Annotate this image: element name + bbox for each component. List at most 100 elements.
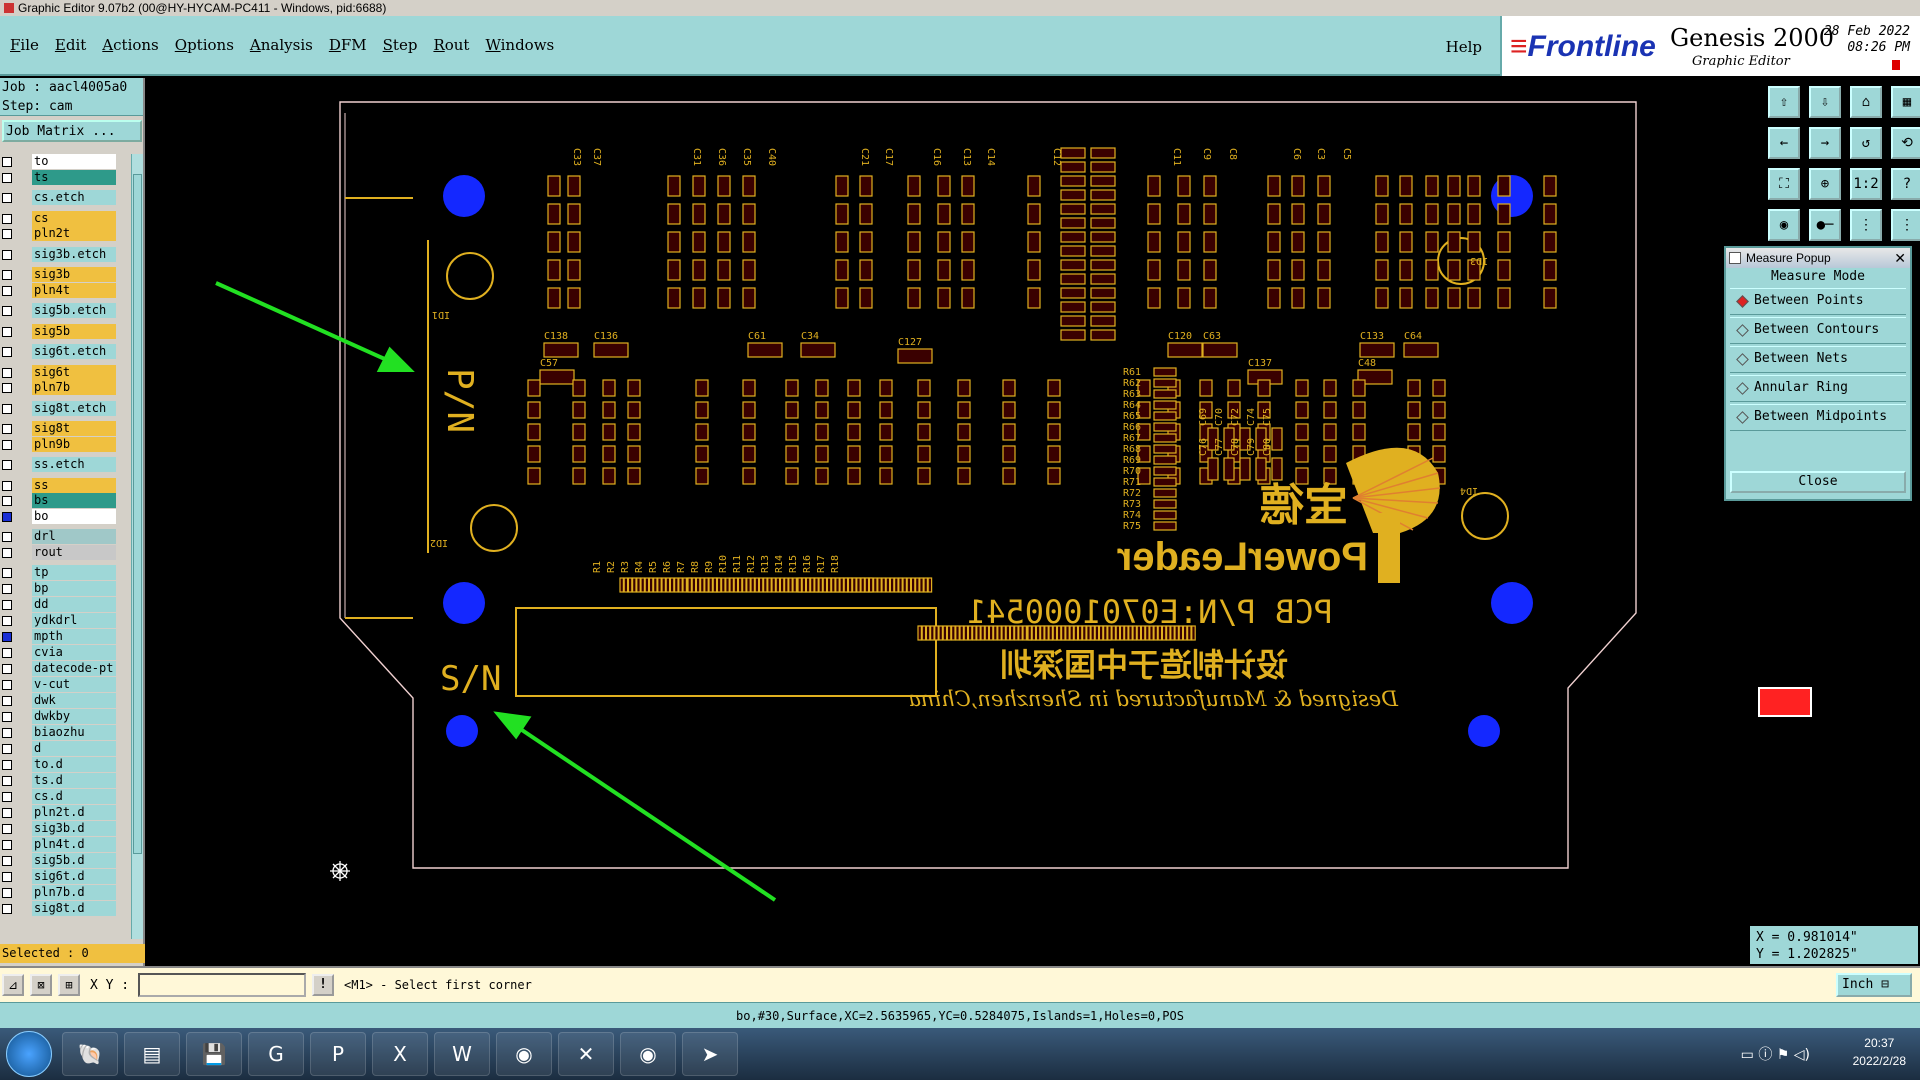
warning-button[interactable]: ! — [312, 974, 334, 996]
layer-row[interactable]: sig5b.etch — [0, 303, 130, 318]
layer-name[interactable]: sig5b.d — [32, 853, 116, 868]
layer-checkbox[interactable] — [2, 664, 12, 674]
layer-row[interactable]: to — [0, 154, 130, 169]
scrollbar-thumb[interactable] — [133, 174, 142, 854]
menu-step[interactable]: Step — [383, 36, 418, 54]
close-icon[interactable]: ✕ — [1894, 248, 1906, 268]
measure-close-button[interactable]: Close — [1730, 471, 1906, 493]
shell-icon[interactable]: 🐚 — [62, 1032, 118, 1076]
layer-name[interactable]: pln2t — [32, 226, 116, 241]
layer-row[interactable]: datecode-pt — [0, 661, 130, 676]
menu-windows[interactable]: Windows — [485, 36, 554, 54]
layer-checkbox[interactable] — [2, 584, 12, 594]
layer-row[interactable]: v-cut — [0, 677, 130, 692]
menu-actions[interactable]: Actions — [102, 36, 158, 54]
layer-row[interactable]: pln7b — [0, 380, 130, 395]
layer-name[interactable]: sig6t — [32, 364, 116, 380]
layer-row[interactable]: sig6t — [0, 364, 130, 380]
grid-tool-icon[interactable]: ⊞ — [58, 974, 80, 996]
layer-row[interactable]: biaozhu — [0, 725, 130, 740]
menu-analysis[interactable]: Analysis — [250, 36, 313, 54]
layer-checkbox[interactable] — [2, 496, 12, 506]
snap-icon[interactable]: ⟲ — [1891, 127, 1920, 159]
layer-checkbox[interactable] — [2, 904, 12, 914]
layer-row[interactable]: rout — [0, 544, 130, 560]
layer-checkbox[interactable] — [2, 532, 12, 542]
measure-option-between-contours[interactable]: Between Contours — [1730, 317, 1906, 344]
measure-popup-titlebar[interactable]: Measure Popup ✕ — [1726, 248, 1910, 268]
layer-name[interactable]: biaozhu — [32, 725, 116, 740]
layer-name[interactable]: bo — [32, 508, 116, 524]
layer-row[interactable]: dwk — [0, 693, 130, 708]
menu-rout[interactable]: Rout — [433, 36, 469, 54]
layer-name[interactable]: pln7b — [32, 380, 116, 395]
color-swatch[interactable] — [1758, 687, 1812, 717]
select-tool-icon[interactable]: ⊠ — [30, 974, 52, 996]
layer-row[interactable]: pln2t.d — [0, 805, 130, 820]
save-icon[interactable]: 💾 — [186, 1032, 242, 1076]
layer-name[interactable]: to.d — [32, 757, 116, 772]
measure-option-between-points[interactable]: Between Points — [1730, 288, 1906, 315]
center-icon[interactable]: ⊕ — [1809, 168, 1841, 200]
layer-checkbox[interactable] — [2, 403, 12, 414]
layer-checkbox[interactable] — [2, 776, 12, 786]
layer-name[interactable]: ydkdrl — [32, 613, 116, 628]
layer-checkbox[interactable] — [2, 760, 12, 770]
layer-checkbox[interactable] — [2, 306, 12, 316]
layer-name[interactable]: ss — [32, 477, 116, 493]
layer-row[interactable]: sig8t — [0, 421, 130, 436]
layer-name[interactable]: pln4t.d — [32, 837, 116, 852]
excel-icon[interactable]: X — [372, 1032, 428, 1076]
layer-name[interactable]: sig3b — [32, 267, 116, 282]
layer-checkbox[interactable] — [2, 383, 12, 393]
layer-row[interactable]: drl — [0, 529, 130, 544]
layer-name[interactable]: v-cut — [32, 677, 116, 692]
layer-row[interactable]: tp — [0, 565, 130, 580]
layer-name[interactable]: dwkby — [32, 709, 116, 724]
layer-row[interactable]: sig3b.d — [0, 821, 130, 836]
redraw-icon[interactable]: ↺ — [1850, 127, 1882, 159]
layer-checkbox[interactable] — [2, 712, 12, 722]
x-app-icon[interactable]: ✕ — [558, 1032, 614, 1076]
start-button[interactable] — [6, 1031, 52, 1077]
layer-row[interactable]: sig3b.etch — [0, 246, 130, 262]
layer-row[interactable]: pln7b.d — [0, 885, 130, 900]
layer-name[interactable]: drl — [32, 529, 116, 544]
fit-icon[interactable]: ⛶ — [1768, 168, 1800, 200]
layer-name[interactable]: ts.d — [32, 773, 116, 788]
layer-checkbox[interactable] — [2, 600, 12, 610]
layer-row[interactable]: pln4t — [0, 282, 130, 298]
layer-name[interactable]: bs — [32, 493, 116, 508]
xy-input[interactable] — [138, 973, 306, 997]
layer-name[interactable]: sig8t.d — [32, 901, 116, 916]
layer-name[interactable]: sig8t — [32, 421, 116, 436]
one-to-one-icon[interactable]: 1:2 — [1850, 168, 1882, 200]
layer-name[interactable]: mpth — [32, 629, 116, 644]
notepad-icon[interactable]: ▤ — [124, 1032, 180, 1076]
layer-row[interactable]: dd — [0, 597, 130, 612]
layer-name[interactable]: to — [32, 154, 116, 169]
layer-row[interactable]: sig8t.d — [0, 901, 130, 916]
menu-help[interactable]: Help — [1446, 38, 1482, 56]
layer-name[interactable]: tp — [32, 565, 116, 580]
layer-checkbox[interactable] — [2, 157, 12, 167]
layer-name[interactable]: dwk — [32, 693, 116, 708]
board-drawing[interactable]: C33 C37 C31 C36 C35 C40 C21 C17 C16 C13 C14 C12 C11 C… — [148, 78, 1748, 966]
layer-row[interactable]: bp — [0, 581, 130, 596]
layer-name[interactable]: cvia — [32, 645, 116, 660]
layer-row[interactable]: sig6t.etch — [0, 344, 130, 359]
net-icon[interactable]: ⋮ — [1850, 209, 1882, 241]
layer-checkbox[interactable] — [2, 439, 12, 450]
layer-row[interactable]: ss — [0, 477, 130, 493]
system-tray[interactable]: ▭ ⓘ ⚑ ◁) — [1741, 1044, 1810, 1064]
pan-right-icon[interactable]: → — [1809, 127, 1841, 159]
genesis-icon[interactable]: G — [248, 1032, 304, 1076]
help-icon[interactable]: ? — [1891, 168, 1920, 200]
layer-checkbox[interactable] — [2, 696, 12, 706]
menu-edit[interactable]: Edit — [55, 36, 86, 54]
layer-checkbox[interactable] — [2, 744, 12, 754]
layer-row[interactable]: sig6t.d — [0, 869, 130, 884]
layer-row[interactable]: ts.d — [0, 773, 130, 788]
layer-row[interactable]: ts — [0, 169, 130, 185]
layer-name[interactable]: d — [32, 741, 116, 756]
